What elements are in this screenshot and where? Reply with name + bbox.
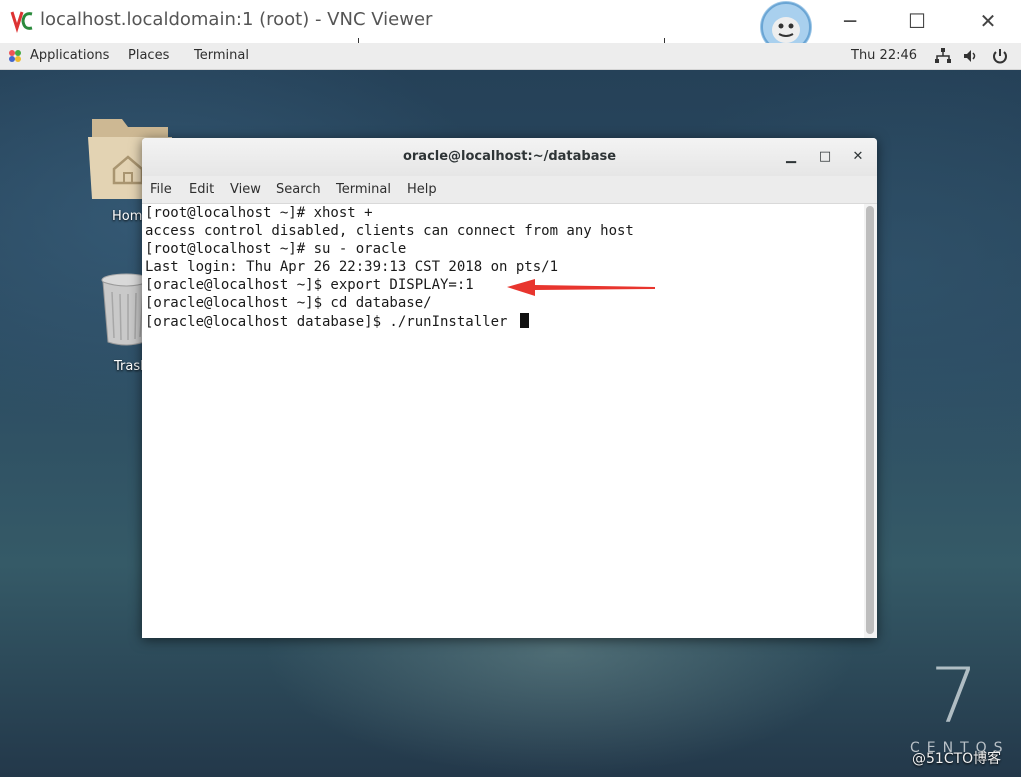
terminal-line: [oracle@localhost ~]$ cd database/ — [145, 295, 432, 311]
terminal-line: [root@localhost ~]# xhost + — [145, 205, 373, 221]
terminal-scrollbar[interactable] — [866, 206, 874, 634]
terminal-line: access control disabled, clients can con… — [145, 223, 634, 239]
power-icon[interactable] — [991, 47, 1009, 65]
terminal-window-title: oracle@localhost:~/database — [402, 149, 617, 164]
terminal-line: [root@localhost ~]# su - oracle — [145, 241, 407, 257]
annotation-arrow-icon — [507, 279, 655, 296]
terminal-line: [oracle@localhost ~]$ export DISPLAY=:1 — [145, 277, 474, 293]
trash-icon-label[interactable]: Trasl — [114, 359, 144, 374]
volume-icon[interactable] — [962, 47, 980, 65]
vnc-close-button[interactable]: ✕ — [976, 10, 1000, 34]
centos-version-logo: 7 — [930, 651, 979, 740]
terminal-minimize-button[interactable]: ▁ — [782, 148, 800, 166]
network-icon[interactable] — [934, 47, 952, 65]
terminal-menubar: File Edit View Search Terminal Help — [142, 176, 877, 204]
menu-search[interactable]: Search — [276, 182, 321, 197]
terminal-command-text: [oracle@localhost database]$ ./runInstal… — [145, 314, 516, 330]
menu-help[interactable]: Help — [407, 182, 437, 197]
menu-terminal[interactable]: Terminal — [336, 182, 391, 197]
terminal-maximize-button[interactable]: □ — [816, 148, 834, 166]
applications-menu[interactable]: Applications — [30, 48, 109, 63]
terminal-line: Last login: Thu Apr 26 22:39:13 CST 2018… — [145, 259, 559, 275]
vnc-window-title: localhost.localdomain:1 (root) - VNC Vie… — [40, 9, 433, 30]
vnc-titlebar: localhost.localdomain:1 (root) - VNC Vie… — [0, 0, 1021, 53]
menu-edit[interactable]: Edit — [189, 182, 214, 197]
terminal-close-button[interactable]: ✕ — [849, 148, 867, 166]
places-menu[interactable]: Places — [128, 48, 169, 63]
home-icon-label[interactable]: Hom — [112, 209, 142, 224]
gnome-top-panel: Applications Places Terminal Thu 22:46 — [0, 43, 1021, 70]
vnc-maximize-button[interactable]: ☐ — [905, 10, 929, 34]
menu-view[interactable]: View — [230, 182, 261, 197]
terminal-cursor — [519, 313, 529, 328]
watermark-text: @51CTO博客 — [912, 751, 1002, 767]
vnc-logo-icon — [10, 11, 33, 34]
panel-clock[interactable]: Thu 22:46 — [851, 48, 917, 63]
menu-file[interactable]: File — [150, 182, 172, 197]
applications-icon — [9, 50, 21, 62]
terminal-output[interactable]: [root@localhost ~]# xhost + access contr… — [142, 204, 864, 638]
terminal-window[interactable]: oracle@localhost:~/database ▁ □ ✕ File E… — [142, 138, 877, 638]
vnc-minimize-button[interactable]: ─ — [838, 10, 862, 34]
terminal-prompt-line[interactable]: [oracle@localhost database]$ ./runInstal… — [145, 313, 529, 330]
terminal-app-menu[interactable]: Terminal — [194, 48, 249, 63]
terminal-titlebar[interactable]: oracle@localhost:~/database ▁ □ ✕ — [142, 138, 877, 177]
